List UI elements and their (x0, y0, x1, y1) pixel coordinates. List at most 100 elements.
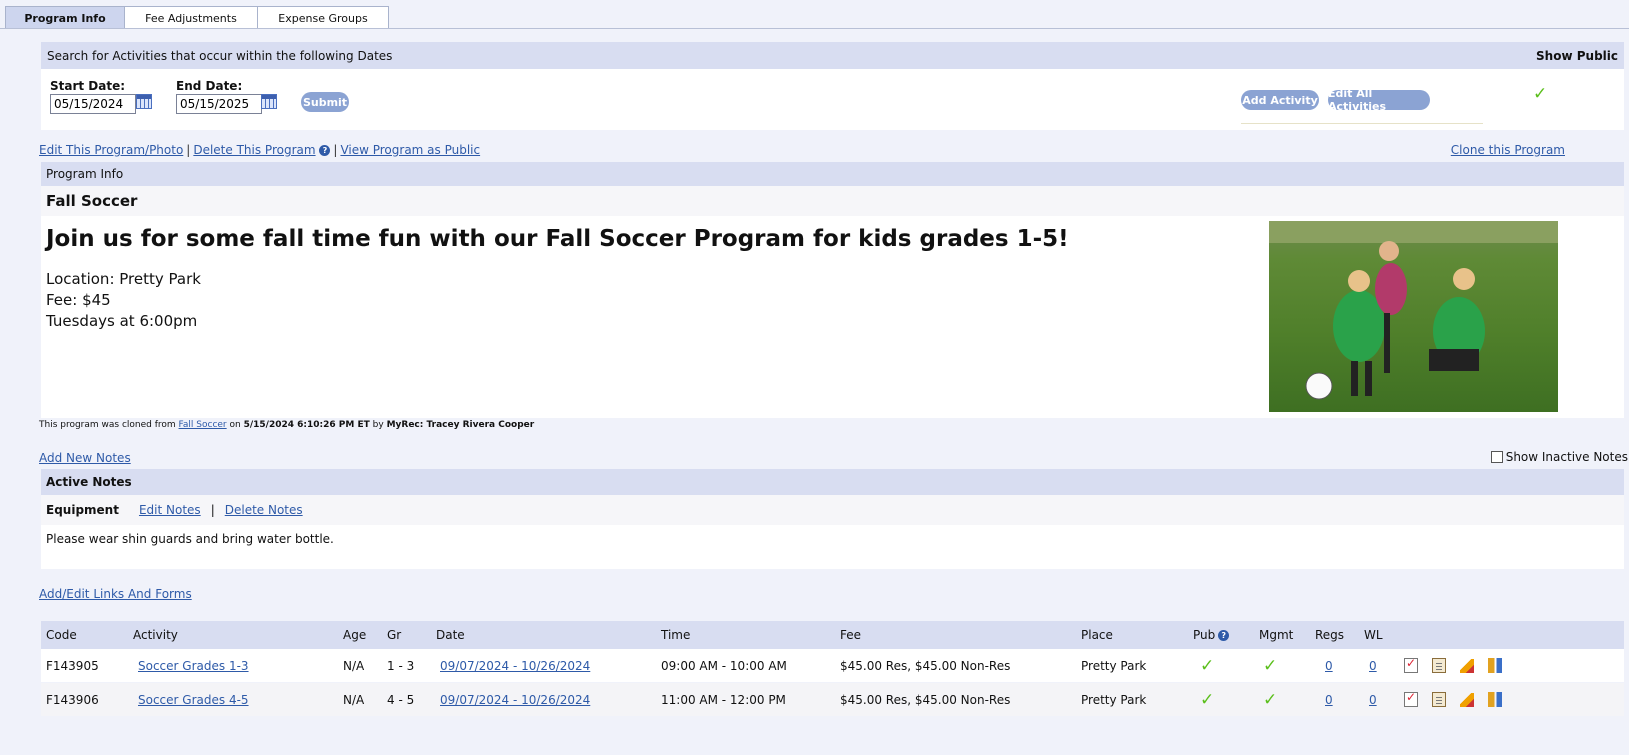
clone-source-link[interactable]: Fall Soccer (179, 420, 227, 430)
edit-notes-link[interactable]: Edit Notes (139, 503, 201, 517)
help-icon[interactable]: ? (1218, 629, 1230, 641)
activity-place: Pretty Park (1081, 692, 1147, 707)
calendar-icon[interactable] (136, 94, 152, 109)
pencil-edit-icon[interactable] (1460, 658, 1474, 673)
program-schedule: Tuesdays at 6:00pm (46, 312, 198, 330)
separator: | (210, 503, 215, 517)
program-fee: Fee: $45 (46, 291, 111, 309)
show-inactive-notes[interactable]: Show Inactive Notes (1490, 450, 1628, 464)
edit-all-activities-button[interactable]: Edit All Activities (1328, 87, 1430, 113)
add-new-notes-link[interactable]: Add New Notes (39, 451, 131, 465)
view-public-link[interactable]: View Program as Public (340, 143, 480, 157)
activity-fee: $45.00 Res, $45.00 Non-Res (840, 692, 1011, 707)
tools-icon[interactable] (1488, 692, 1502, 707)
col-date: Date (436, 628, 465, 642)
activity-code: F143905 (46, 658, 99, 673)
activities-table-header: Code Activity Age Gr Date Time Fee Place… (41, 621, 1624, 649)
start-date-input[interactable] (50, 94, 136, 114)
col-time: Time (661, 628, 691, 642)
row-tools (1404, 683, 1516, 716)
note-category-row: Equipment Edit Notes | Delete Notes (41, 495, 1624, 525)
col-code: Code (46, 628, 77, 642)
wl-count-link[interactable]: 0 (1369, 683, 1377, 716)
separator: | (186, 143, 191, 157)
tab-expense-groups[interactable]: Expense Groups (257, 6, 389, 29)
pub-check-icon[interactable]: ✓ (1200, 683, 1214, 716)
clone-user: MyRec: Tracey Rivera Cooper (386, 420, 535, 430)
row-tools (1404, 649, 1516, 682)
attendance-calendar-icon[interactable] (1404, 690, 1418, 707)
show-public-check-icon[interactable]: ✓ (1533, 84, 1547, 104)
col-mgmt: Mgmt (1259, 628, 1294, 642)
table-row: F143905 Soccer Grades 1-3 N/A 1 - 3 09/0… (41, 649, 1624, 682)
search-title: Search for Activities that occur within … (47, 48, 393, 63)
col-wl: WL (1364, 628, 1383, 642)
program-photo (1269, 221, 1558, 412)
edit-program-link[interactable]: Edit This Program/Photo (39, 143, 183, 157)
show-public-label: Show Public (1536, 48, 1618, 63)
clipboard-icon[interactable] (1432, 692, 1446, 707)
add-edit-links-forms-link[interactable]: Add/Edit Links And Forms (39, 587, 192, 601)
mgmt-check-icon[interactable]: ✓ (1263, 649, 1277, 682)
soccer-photo-image (1269, 221, 1558, 400)
note-category: Equipment (46, 503, 119, 517)
help-icon[interactable]: ? (319, 145, 331, 156)
clipboard-icon[interactable] (1432, 658, 1446, 673)
program-headline: Join us for some fall time fun with our … (46, 226, 1069, 252)
tab-program-info[interactable]: Program Info (5, 6, 125, 29)
add-activity-button[interactable]: Add Activity (1241, 90, 1319, 110)
calendar-icon[interactable] (261, 94, 277, 109)
tab-bar: Program Info Fee Adjustments Expense Gro… (5, 6, 389, 29)
clone-by: by (372, 420, 384, 430)
start-date-label: Start Date: (50, 79, 126, 93)
activity-grade: 1 - 3 (387, 658, 415, 673)
show-inactive-label: Show Inactive Notes (1505, 450, 1628, 464)
col-pub: Pub? (1193, 621, 1230, 649)
attendance-calendar-icon[interactable] (1404, 656, 1418, 673)
delete-program-link[interactable]: Delete This Program (193, 143, 315, 157)
tools-icon[interactable] (1488, 658, 1502, 673)
tab-divider (0, 28, 1629, 29)
col-fee: Fee (840, 628, 862, 642)
pub-check-icon[interactable]: ✓ (1200, 649, 1214, 682)
col-place: Place (1081, 628, 1113, 642)
activity-code: F143906 (46, 692, 99, 707)
submit-button[interactable]: Submit (301, 92, 349, 112)
regs-count-link[interactable]: 0 (1325, 683, 1333, 716)
clone-info: This program was cloned from Fall Soccer… (39, 420, 534, 430)
program-action-links: Edit This Program/Photo | Delete This Prog… (39, 143, 480, 157)
col-gr: Gr (387, 628, 402, 642)
pencil-edit-icon[interactable] (1460, 692, 1474, 707)
divider (1241, 123, 1483, 124)
activity-time: 11:00 AM - 12:00 PM (661, 692, 786, 707)
activity-age: N/A (343, 692, 365, 707)
activity-name-link[interactable]: Soccer Grades 1-3 (138, 649, 249, 682)
col-age: Age (343, 628, 367, 642)
end-date-input[interactable] (176, 94, 262, 114)
activity-date-link[interactable]: 09/07/2024 - 10/26/2024 (440, 683, 590, 716)
mgmt-check-icon[interactable]: ✓ (1263, 683, 1277, 716)
activity-fee: $45.00 Res, $45.00 Non-Res (840, 658, 1011, 673)
end-date-label: End Date: (176, 79, 243, 93)
date-search-panel: Search for Activities that occur within … (41, 42, 1624, 130)
col-regs: Regs (1315, 628, 1345, 642)
program-name: Fall Soccer (41, 186, 1624, 216)
wl-count-link[interactable]: 0 (1369, 649, 1377, 682)
show-inactive-checkbox[interactable] (1490, 451, 1503, 463)
activity-date-link[interactable]: 09/07/2024 - 10/26/2024 (440, 649, 590, 682)
program-info-header: Program Info (41, 162, 1624, 186)
activity-age: N/A (343, 658, 365, 673)
regs-count-link[interactable]: 0 (1325, 649, 1333, 682)
search-header: Search for Activities that occur within … (41, 42, 1624, 69)
delete-notes-link[interactable]: Delete Notes (225, 503, 303, 517)
clone-program-link[interactable]: Clone this Program (1451, 143, 1565, 157)
activity-name-link[interactable]: Soccer Grades 4-5 (138, 683, 249, 716)
tab-fee-adjustments[interactable]: Fee Adjustments (124, 6, 258, 29)
clone-datetime: 5/15/2024 6:10:26 PM ET (243, 420, 370, 430)
clone-on: on (229, 420, 241, 430)
activity-grade: 4 - 5 (387, 692, 415, 707)
clone-prefix: This program was cloned from (39, 420, 176, 430)
note-text: Please wear shin guards and bring water … (41, 525, 1624, 569)
separator: | (333, 143, 338, 157)
program-description: Join us for some fall time fun with our … (41, 216, 1624, 418)
